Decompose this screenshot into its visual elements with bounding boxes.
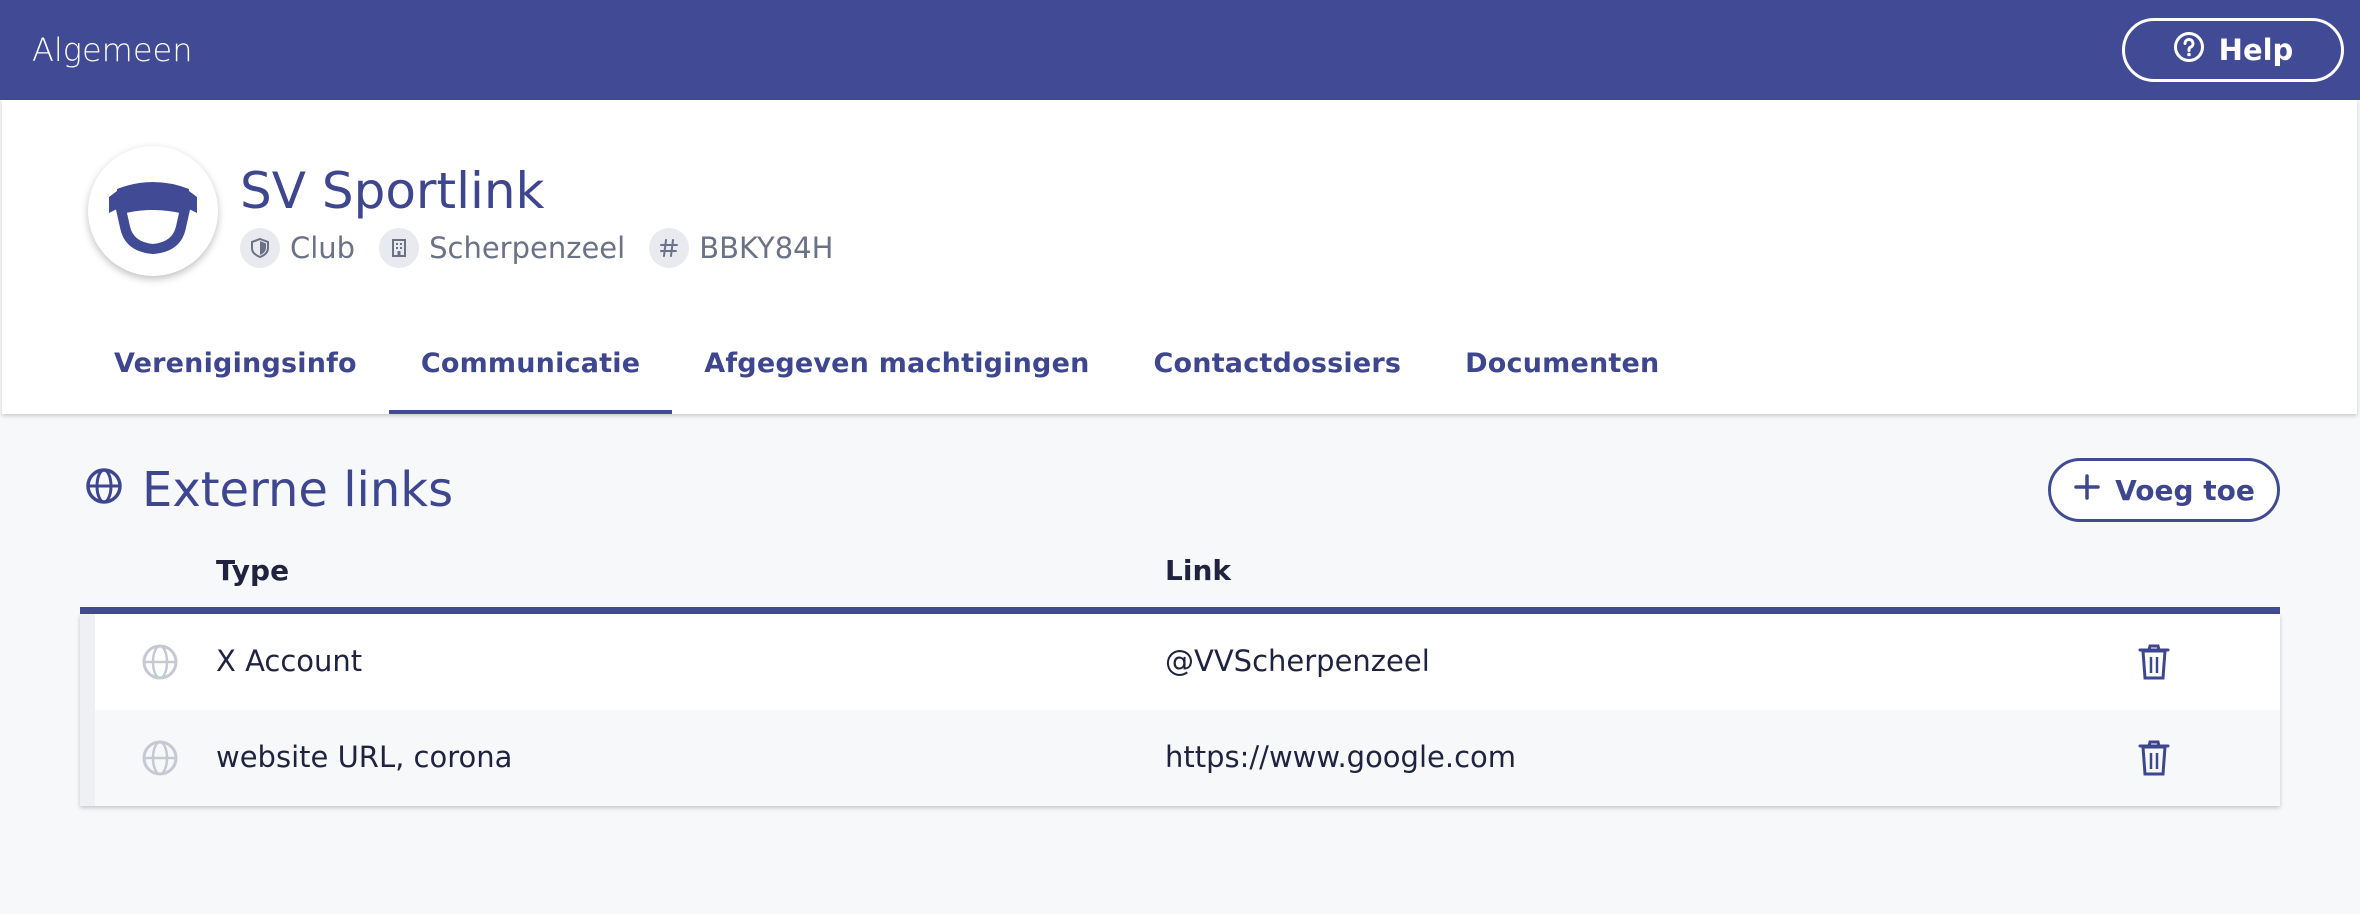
table-row: X Account @VVScherpenzeel [80,614,2280,710]
club-header: SV Sportlink Club Scherpenzeel BBKY84H V… [2,100,2357,414]
section-header: Externe links [84,462,453,518]
globe-icon [142,740,178,776]
section-title: Externe links [142,462,454,518]
globe-icon [84,462,124,518]
club-meta: Club Scherpenzeel BBKY84H [240,228,833,268]
table-row: website URL, corona https://www.google.c… [80,710,2280,806]
top-bar: Algemeen Help [0,0,2360,100]
meta-code: BBKY84H [649,228,833,268]
column-header-type: Type [216,554,290,587]
row-link[interactable]: @VVScherpenzeel [1165,644,1430,678]
add-link-button[interactable]: Voeg toe [2048,458,2280,522]
tab-communicatie[interactable]: Communicatie [388,312,673,414]
help-button[interactable]: Help [2122,18,2344,82]
building-icon [379,228,420,268]
plus-icon [2073,473,2101,508]
trash-icon[interactable] [2135,738,2173,778]
trash-icon[interactable] [2135,642,2173,682]
meta-type: Club [240,228,355,268]
page-title: Algemeen [32,31,193,69]
globe-icon [142,644,178,680]
tab-documenten[interactable]: Documenten [1433,312,1691,414]
help-label: Help [2218,33,2294,67]
table-header: Type Link [80,540,2280,614]
meta-location-label: Scherpenzeel [429,231,626,265]
row-type: X Account [216,644,363,678]
tab-afgegeven-machtigingen[interactable]: Afgegeven machtigingen [672,312,1121,414]
column-header-link: Link [1165,554,1231,587]
club-logo-icon [109,182,197,255]
row-type: website URL, corona [216,740,513,774]
meta-code-label: BBKY84H [699,231,834,265]
help-icon [2173,31,2205,70]
row-link[interactable]: https://www.google.com [1165,740,1516,774]
tab-verenigingsinfo[interactable]: Verenigingsinfo [82,312,389,414]
club-name: SV Sportlink [240,162,545,220]
club-avatar [88,146,218,276]
meta-type-label: Club [290,231,356,265]
add-link-label: Voeg toe [2115,473,2255,507]
tab-contactdossiers[interactable]: Contactdossiers [1122,312,1434,414]
links-table: X Account @VVScherpenzeel website URL, c… [80,614,2280,806]
meta-location: Scherpenzeel [379,228,625,268]
shield-icon [240,228,280,268]
tab-bar: Verenigingsinfo Communicatie Afgegeven m… [82,312,1691,414]
hash-icon [649,228,690,268]
